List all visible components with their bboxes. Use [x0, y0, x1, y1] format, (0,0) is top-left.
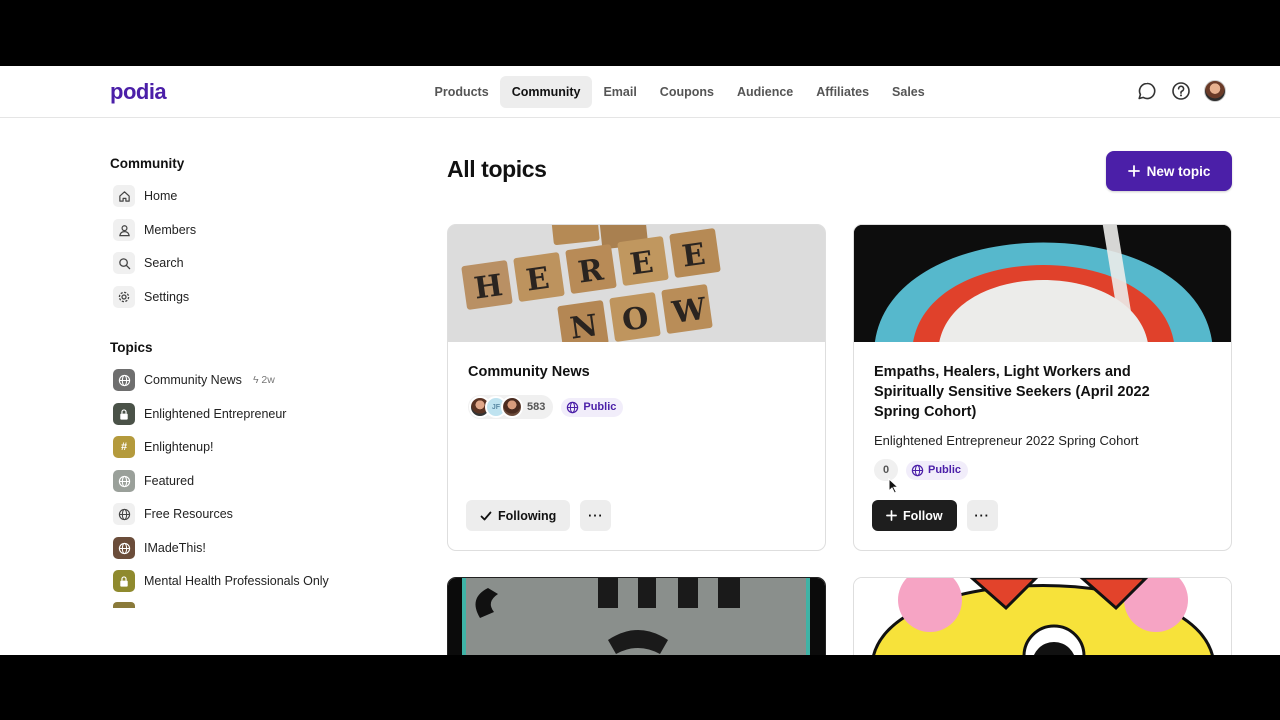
sidebar-topic-community-news[interactable]: Community News ϟ 2w: [113, 369, 275, 391]
main-nav: Products Community Email Coupons Audienc…: [423, 76, 936, 108]
sidebar-topics-heading: Topics: [110, 340, 153, 355]
header-actions: [1136, 80, 1226, 102]
plus-icon: [886, 510, 897, 521]
svg-text:H: H: [472, 268, 505, 307]
podia-logo[interactable]: podia: [110, 79, 167, 105]
member-avatars[interactable]: JF 583: [468, 395, 554, 419]
globe-icon: [113, 537, 135, 559]
new-topic-button[interactable]: New topic: [1106, 151, 1232, 191]
sidebar: Community Home Members Search Settings T…: [110, 118, 410, 655]
sidebar-item-search[interactable]: Search: [113, 252, 184, 274]
topic-title[interactable]: Community News: [468, 362, 590, 382]
chat-bubble-icon[interactable]: [1136, 80, 1158, 102]
topic-cover-image: H E R E E N O W: [448, 225, 825, 342]
lock-icon: [113, 570, 135, 592]
visibility-badge: Public: [561, 397, 624, 417]
topic-actions: Follow ···: [872, 500, 998, 531]
topic-card-partial-1[interactable]: [447, 577, 826, 655]
topic-card-partial-2[interactable]: [853, 577, 1232, 655]
svg-text:E: E: [628, 245, 656, 283]
sidebar-item-label: Enlightenup!: [144, 440, 214, 454]
topic-cover-image: [854, 225, 1231, 342]
gear-icon: [113, 286, 135, 308]
sidebar-item-label: Featured: [144, 474, 195, 488]
nav-sales[interactable]: Sales: [881, 76, 937, 108]
bolt-icon: ϟ: [252, 374, 259, 386]
following-button[interactable]: Following: [466, 500, 571, 531]
sidebar-topic-mental-health[interactable]: Mental Health Professionals Only: [113, 570, 329, 592]
sidebar-item-label: Community News: [144, 373, 242, 387]
topic-subtitle: Enlightened Entrepreneur 2022 Spring Coh…: [874, 433, 1139, 448]
nav-email[interactable]: Email: [592, 76, 648, 108]
topic-title[interactable]: Empaths, Healers, Light Workers and Spir…: [874, 362, 1194, 422]
lock-icon: [113, 403, 135, 425]
page-title: All topics: [447, 156, 547, 182]
topic-cover-image: [448, 578, 825, 655]
sidebar-topic-enlightened-entrepreneur[interactable]: Enlightened Entrepreneur: [113, 403, 286, 425]
sidebar-topic-imadethis[interactable]: IMadeThis!: [113, 537, 206, 559]
sidebar-topic-free-resources[interactable]: Free Resources: [113, 503, 233, 525]
sidebar-item-settings[interactable]: Settings: [113, 286, 189, 308]
top-header: podia Products Community Email Coupons A…: [0, 66, 1280, 118]
home-icon: [113, 185, 135, 207]
nav-products[interactable]: Products: [423, 76, 500, 108]
sidebar-item-members[interactable]: Members: [113, 219, 196, 241]
sidebar-item-home[interactable]: Home: [113, 185, 177, 207]
sidebar-item-label: Members: [144, 223, 197, 237]
user-avatar[interactable]: [1204, 80, 1226, 102]
app-window: podia Products Community Email Coupons A…: [0, 66, 1280, 655]
hash-icon: #: [113, 436, 135, 458]
sidebar-topic-enlightenup[interactable]: # Enlightenup!: [113, 436, 214, 458]
globe-icon: [911, 464, 924, 476]
search-icon: [113, 252, 135, 274]
topic-card-community-news[interactable]: H E R E E N O W Community News JF 583 Pu…: [447, 224, 826, 551]
topic-meta: JF 583 Public: [468, 395, 624, 419]
ellipsis-icon: ···: [588, 508, 604, 523]
avatar: [501, 396, 523, 418]
globe-icon: [567, 401, 579, 413]
svg-text:O: O: [620, 300, 651, 338]
sidebar-item-label: Enlightened Entrepreneur: [144, 407, 287, 421]
sidebar-item-label: IMadeThis!: [144, 541, 206, 555]
svg-text:E: E: [680, 237, 708, 275]
sidebar-item-label: Home: [144, 189, 178, 203]
svg-text:W: W: [669, 291, 710, 331]
sidebar-item-label: Search: [144, 256, 184, 270]
sidebar-item-label: Mental Health Professionals Only: [144, 574, 329, 588]
ellipsis-icon: ···: [974, 508, 990, 523]
plus-icon: [1127, 165, 1140, 177]
letterbox-bottom: [0, 655, 1280, 720]
svg-text:N: N: [568, 308, 600, 342]
member-count: 583: [527, 401, 546, 413]
topic-cover-image: [854, 578, 1231, 655]
nav-coupons[interactable]: Coupons: [648, 76, 725, 108]
globe-icon: [113, 470, 135, 492]
nav-community[interactable]: Community: [500, 76, 592, 108]
globe-icon: [113, 369, 135, 391]
sidebar-item-label: Settings: [144, 290, 190, 304]
letterbox-top: [0, 0, 1280, 66]
help-circle-icon[interactable]: [1170, 80, 1192, 102]
nav-audience[interactable]: Audience: [725, 76, 804, 108]
mouse-cursor: [888, 478, 900, 494]
sidebar-topic-partial: [113, 602, 135, 608]
svg-text:E: E: [524, 261, 552, 299]
visibility-badge: Public: [906, 460, 969, 480]
more-options-button[interactable]: ···: [966, 500, 998, 531]
follow-button[interactable]: Follow: [872, 500, 957, 531]
topic-actions: Following ···: [466, 500, 612, 531]
activity-meta: ϟ 2w: [252, 374, 275, 386]
sidebar-community-heading: Community: [110, 156, 185, 171]
topic-card-empaths[interactable]: Empaths, Healers, Light Workers and Spir…: [853, 224, 1232, 551]
more-options-button[interactable]: ···: [580, 500, 612, 531]
user-icon: [113, 219, 135, 241]
globe-icon: [113, 503, 135, 525]
check-icon: [480, 511, 492, 520]
sidebar-item-label: Free Resources: [144, 507, 233, 521]
nav-affiliates[interactable]: Affiliates: [805, 76, 881, 108]
sidebar-topic-featured[interactable]: Featured: [113, 470, 194, 492]
